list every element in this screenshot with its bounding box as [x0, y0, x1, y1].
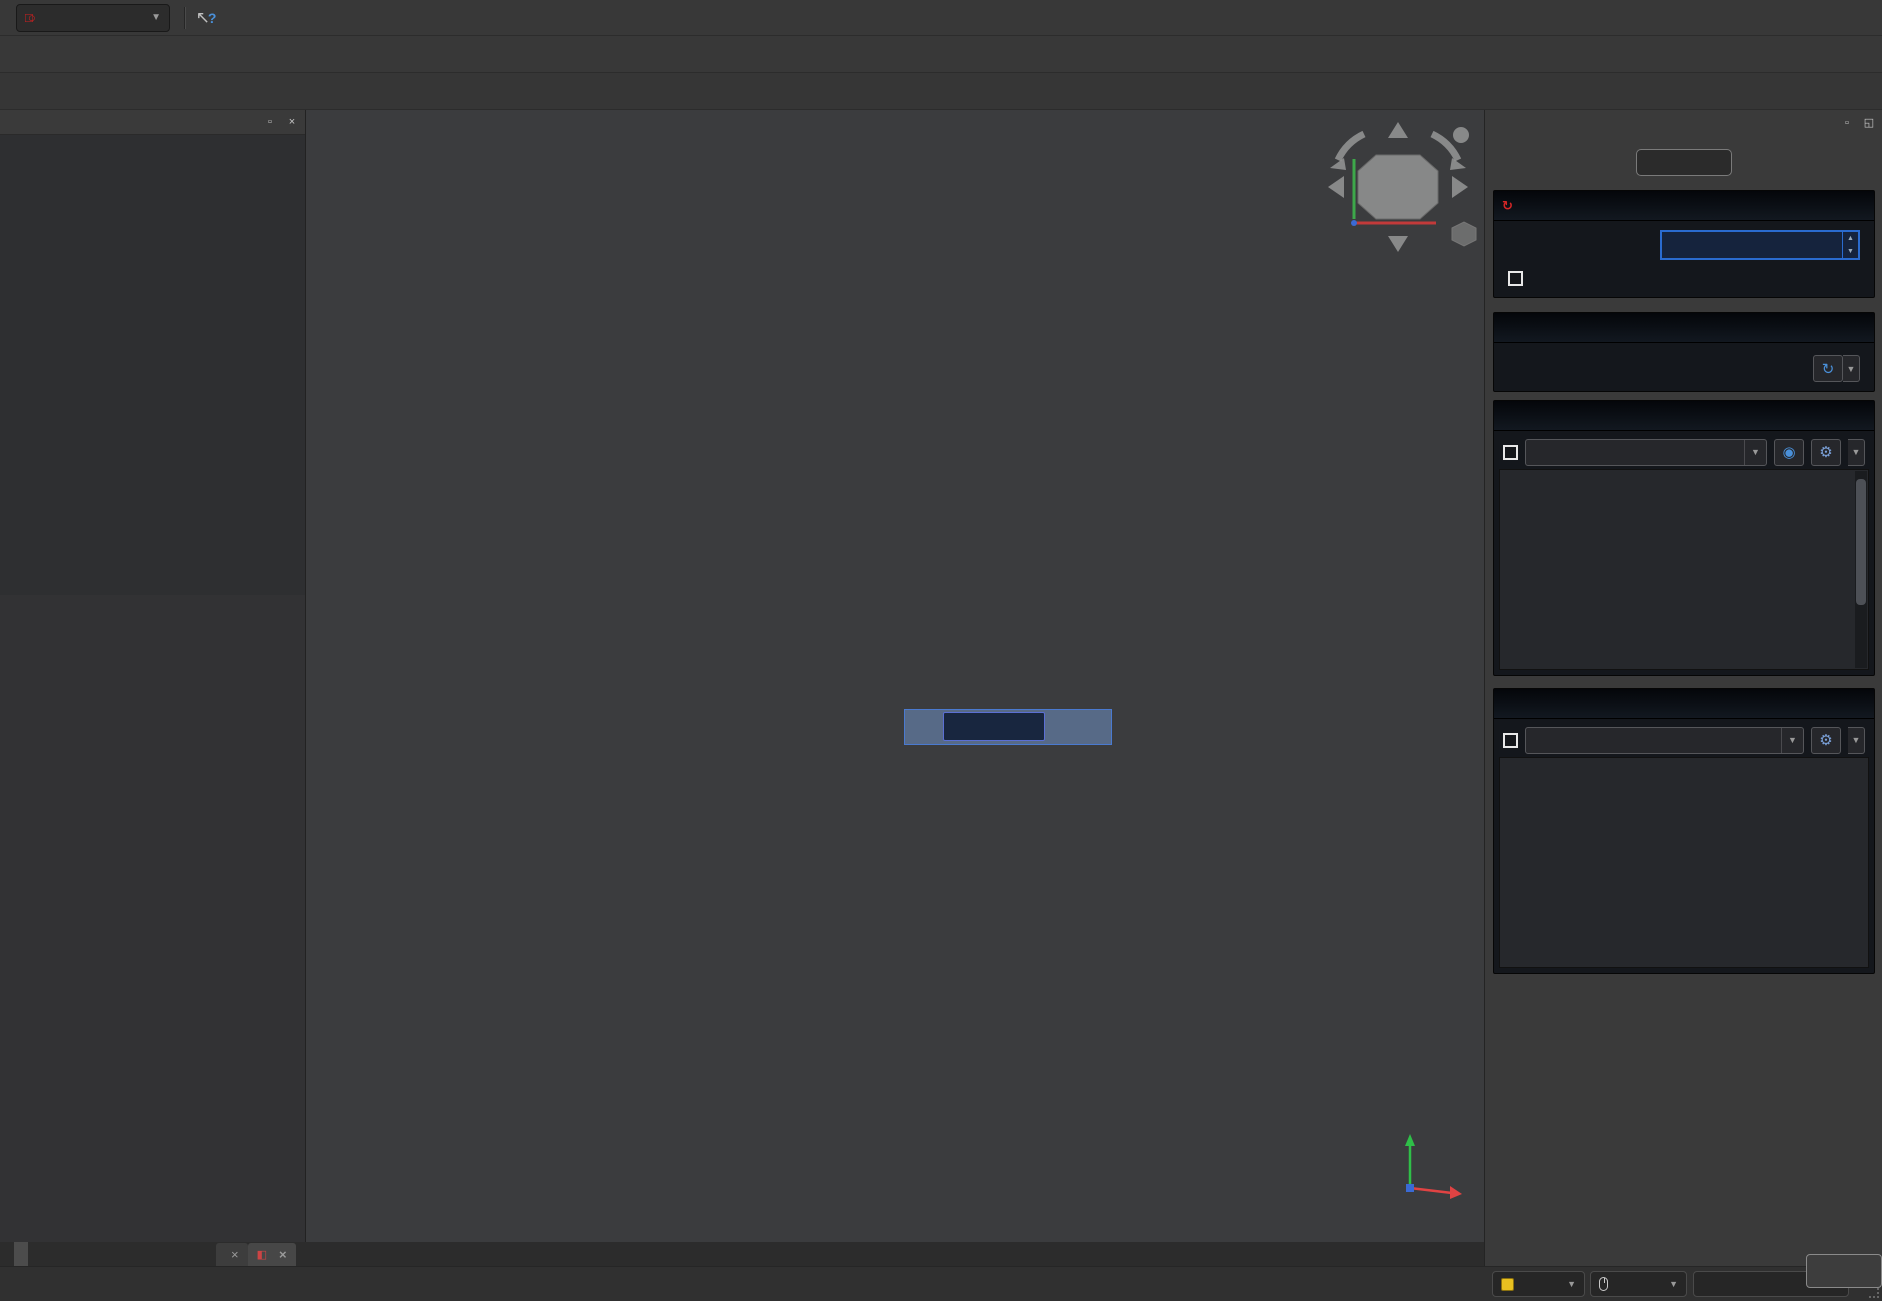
chevron-down-icon: ▼ — [1744, 440, 1766, 465]
navigation-style-button[interactable]: ▼ — [1590, 1271, 1687, 1297]
collapse-icon[interactable] — [1848, 318, 1868, 338]
chevron-down-icon: ▼ — [1567, 1279, 1576, 1289]
copies-spinbox[interactable]: ▲ ▼ — [1660, 230, 1860, 260]
chevron-down-icon: ▼ — [1669, 1279, 1678, 1289]
nav-cube-face[interactable] — [1358, 155, 1438, 219]
collapse-icon[interactable] — [1848, 196, 1868, 216]
navigation-cube[interactable] — [1318, 114, 1478, 264]
axis-indicator — [1392, 1126, 1472, 1206]
solver-section: ↻ ▼ — [1493, 312, 1875, 392]
elements-settings-icon[interactable]: ⚙ — [1811, 727, 1841, 754]
mini-cube-icon[interactable] — [1452, 222, 1476, 246]
chevron-down-icon[interactable]: ▼ — [1848, 727, 1865, 754]
workbench-selector[interactable]: □○ ▼ — [16, 4, 170, 32]
spin-up-icon[interactable]: ▲ — [1843, 232, 1858, 245]
tab-data[interactable] — [14, 1242, 28, 1266]
elements-filter-checkbox[interactable] — [1503, 733, 1518, 748]
spin-down-icon[interactable]: ▼ — [1843, 245, 1858, 258]
document-icon: ◧ — [257, 1248, 267, 1261]
scrollbar-thumb[interactable] — [1856, 479, 1866, 605]
close-tab-icon[interactable]: × — [279, 1247, 287, 1262]
mouse-icon — [1599, 1277, 1608, 1291]
rotate-icon: ↻ — [1502, 198, 1513, 214]
sketcher-workbench-icon: □○ — [25, 10, 31, 25]
show-constraints-eye-icon[interactable]: ◉ — [1774, 439, 1804, 466]
constraints-filter-dropdown[interactable]: ▼ — [1525, 439, 1767, 466]
bottom-tab-strip: × ◧ × — [0, 1242, 1484, 1266]
whats-this-button[interactable]: ↖? — [193, 4, 219, 31]
toolbar-file: □○ ▼ ↖? — [0, 0, 1882, 36]
toolbar-sketcher — [0, 73, 1882, 110]
rotate-section-header[interactable]: ↻ — [1494, 191, 1874, 221]
toolbar-separator — [184, 7, 186, 29]
freecad-tooltip — [1806, 1254, 1882, 1288]
constraints-list — [1499, 469, 1869, 670]
model-tree — [0, 135, 305, 595]
tab-view[interactable] — [0, 1242, 14, 1266]
layer-color-swatch — [1501, 1278, 1514, 1291]
chevron-down-icon: ▼ — [151, 12, 161, 23]
mdi-tab-document[interactable]: ◧ × — [248, 1243, 296, 1266]
nav-arrow-right[interactable] — [1452, 176, 1468, 198]
solver-refresh-icon[interactable]: ↻ — [1813, 355, 1843, 382]
elements-list — [1499, 757, 1869, 968]
task-panel-header: ▫ ◱ — [1485, 110, 1882, 135]
elements-section: ▼ ⚙ ▼ — [1493, 688, 1875, 974]
nav-arrow-down[interactable] — [1388, 236, 1408, 252]
float-panel-button[interactable]: ▫ — [261, 113, 279, 131]
angle-value-field[interactable] — [943, 712, 1045, 741]
resize-grip[interactable] — [1869, 1288, 1879, 1298]
constraints-section-header[interactable] — [1494, 401, 1874, 431]
model-panel: ▫ × — [0, 110, 306, 1242]
collapse-icon[interactable] — [1848, 406, 1868, 426]
sketch-canvas[interactable] — [306, 110, 1484, 1242]
nav-arrow-left[interactable] — [1328, 176, 1344, 198]
status-bar: ▼ ▼ — [0, 1266, 1882, 1301]
solver-section-header[interactable] — [1494, 313, 1874, 343]
close-task-button[interactable] — [1636, 149, 1732, 176]
restore-panel-icon[interactable]: ◱ — [1860, 114, 1878, 132]
3d-viewport[interactable] — [306, 110, 1484, 1242]
scrollbar[interactable] — [1855, 471, 1867, 668]
chevron-down-icon: ▼ — [1781, 728, 1803, 753]
task-panel: ▫ ◱ ↻ ▲ ▼ — [1484, 110, 1882, 1266]
elements-section-header[interactable] — [1494, 689, 1874, 719]
toolbar-view — [0, 36, 1882, 73]
close-panel-icon[interactable]: × — [283, 113, 301, 131]
rotate-parameters-section: ↻ ▲ ▼ — [1493, 190, 1875, 298]
layer-button[interactable]: ▼ — [1492, 1271, 1585, 1297]
freecad-window: □○ ▼ ↖? ▫ × — [0, 0, 1882, 1301]
mdi-tab-start[interactable]: × — [216, 1243, 248, 1266]
chevron-down-icon[interactable]: ▼ — [1843, 355, 1860, 382]
float-panel-button[interactable]: ▫ — [1838, 114, 1856, 132]
constraints-settings-icon[interactable]: ⚙ — [1811, 439, 1841, 466]
collapse-icon[interactable] — [1848, 694, 1868, 714]
equal-constraints-checkbox[interactable] — [1508, 271, 1523, 286]
model-panel-header: ▫ × — [0, 110, 305, 135]
close-tab-icon[interactable]: × — [231, 1247, 239, 1262]
nav-arrow-up[interactable] — [1388, 122, 1408, 138]
constraints-filter-checkbox[interactable] — [1503, 445, 1518, 460]
nav-dot-icon[interactable] — [1453, 127, 1469, 143]
chevron-down-icon[interactable]: ▼ — [1848, 439, 1865, 466]
elements-filter-dropdown[interactable]: ▼ — [1525, 727, 1804, 754]
constraints-section: ▼ ◉ ⚙ ▼ — [1493, 400, 1875, 676]
rotate-ccw-icon[interactable] — [1338, 134, 1364, 160]
